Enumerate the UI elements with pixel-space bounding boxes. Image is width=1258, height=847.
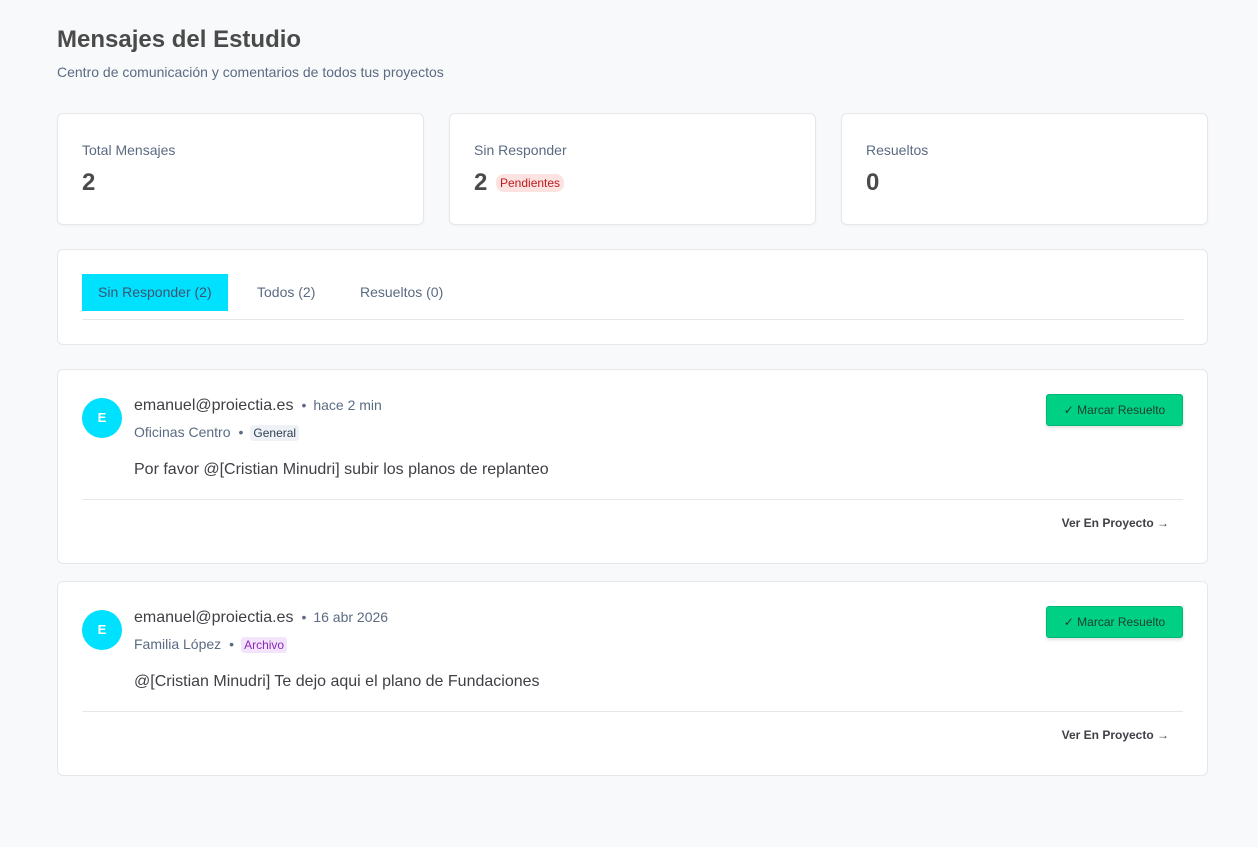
- avatar: E: [82, 398, 122, 438]
- tab-all[interactable]: Todos (2): [241, 274, 331, 311]
- stat-card-total: Total Mensajes 2: [57, 113, 424, 225]
- view-in-project-link[interactable]: Ver En Proyecto →: [1062, 516, 1169, 530]
- message-time: 16 abr 2026: [313, 609, 389, 625]
- stat-card-resolved: Resueltos 0: [841, 113, 1208, 225]
- divider: [82, 711, 1183, 712]
- page-subtitle: Centro de comunicación y comentarios de …: [57, 64, 444, 80]
- message-author: emanuel@proiectia.es: [134, 609, 294, 626]
- divider: [82, 499, 1183, 500]
- message-project-line: Oficinas Centro • General: [134, 424, 300, 442]
- tab-bar: Sin Responder (2) Todos (2) Resueltos (0…: [82, 274, 1184, 320]
- message-tag: Archivo: [241, 637, 288, 653]
- stat-value: 2: [82, 169, 96, 196]
- stat-label: Sin Responder: [474, 142, 567, 158]
- message-author: emanuel@proiectia.es: [134, 397, 294, 414]
- message-header: emanuel@proiectia.es • hace 2 min: [134, 397, 382, 415]
- message-time: hace 2 min: [313, 397, 382, 413]
- message-card: E emanuel@proiectia.es • hace 2 min Oficin…: [57, 369, 1208, 564]
- message-tag: General: [250, 425, 300, 441]
- message-header: emanuel@proiectia.es • 16 abr 2026: [134, 609, 388, 627]
- pending-badge: Pendientes: [496, 174, 565, 192]
- stats-row: Total Mensajes 2 Sin Responder 2 Pendien…: [57, 113, 1208, 225]
- mark-resolved-button[interactable]: ✓ Marcar Resuelto: [1046, 606, 1183, 638]
- message-text: Por favor @[Cristian Minudri] subir los …: [134, 461, 549, 478]
- tab-resolved[interactable]: Resueltos (0): [344, 274, 459, 311]
- stat-value: 0: [866, 169, 880, 196]
- message-project-line: Familia López • Archivo: [134, 636, 288, 654]
- separator-dot: •: [238, 424, 244, 440]
- separator-dot: •: [229, 636, 235, 652]
- tab-unanswered[interactable]: Sin Responder (2): [82, 274, 228, 311]
- avatar: E: [82, 610, 122, 650]
- message-project: Oficinas Centro: [134, 424, 231, 440]
- message-card: E emanuel@proiectia.es • 16 abr 2026 Famil…: [57, 581, 1208, 776]
- separator-dot: •: [301, 397, 307, 413]
- tabs-card: Sin Responder (2) Todos (2) Resueltos (0…: [57, 249, 1208, 345]
- stat-label: Resueltos: [866, 142, 929, 158]
- page-title: Mensajes del Estudio: [57, 26, 302, 53]
- mark-resolved-button[interactable]: ✓ Marcar Resuelto: [1046, 394, 1183, 426]
- message-text: @[Cristian Minudri] Te dejo aqui el plan…: [134, 673, 540, 690]
- message-project: Familia López: [134, 636, 222, 652]
- view-in-project-link[interactable]: Ver En Proyecto →: [1062, 728, 1169, 742]
- page: Mensajes del Estudio Centro de comunicac…: [57, 26, 1208, 776]
- stat-card-unanswered: Sin Responder 2 Pendientes: [449, 113, 816, 225]
- stat-value: 2: [474, 169, 488, 196]
- stat-label: Total Mensajes: [82, 142, 176, 158]
- separator-dot: •: [301, 609, 307, 625]
